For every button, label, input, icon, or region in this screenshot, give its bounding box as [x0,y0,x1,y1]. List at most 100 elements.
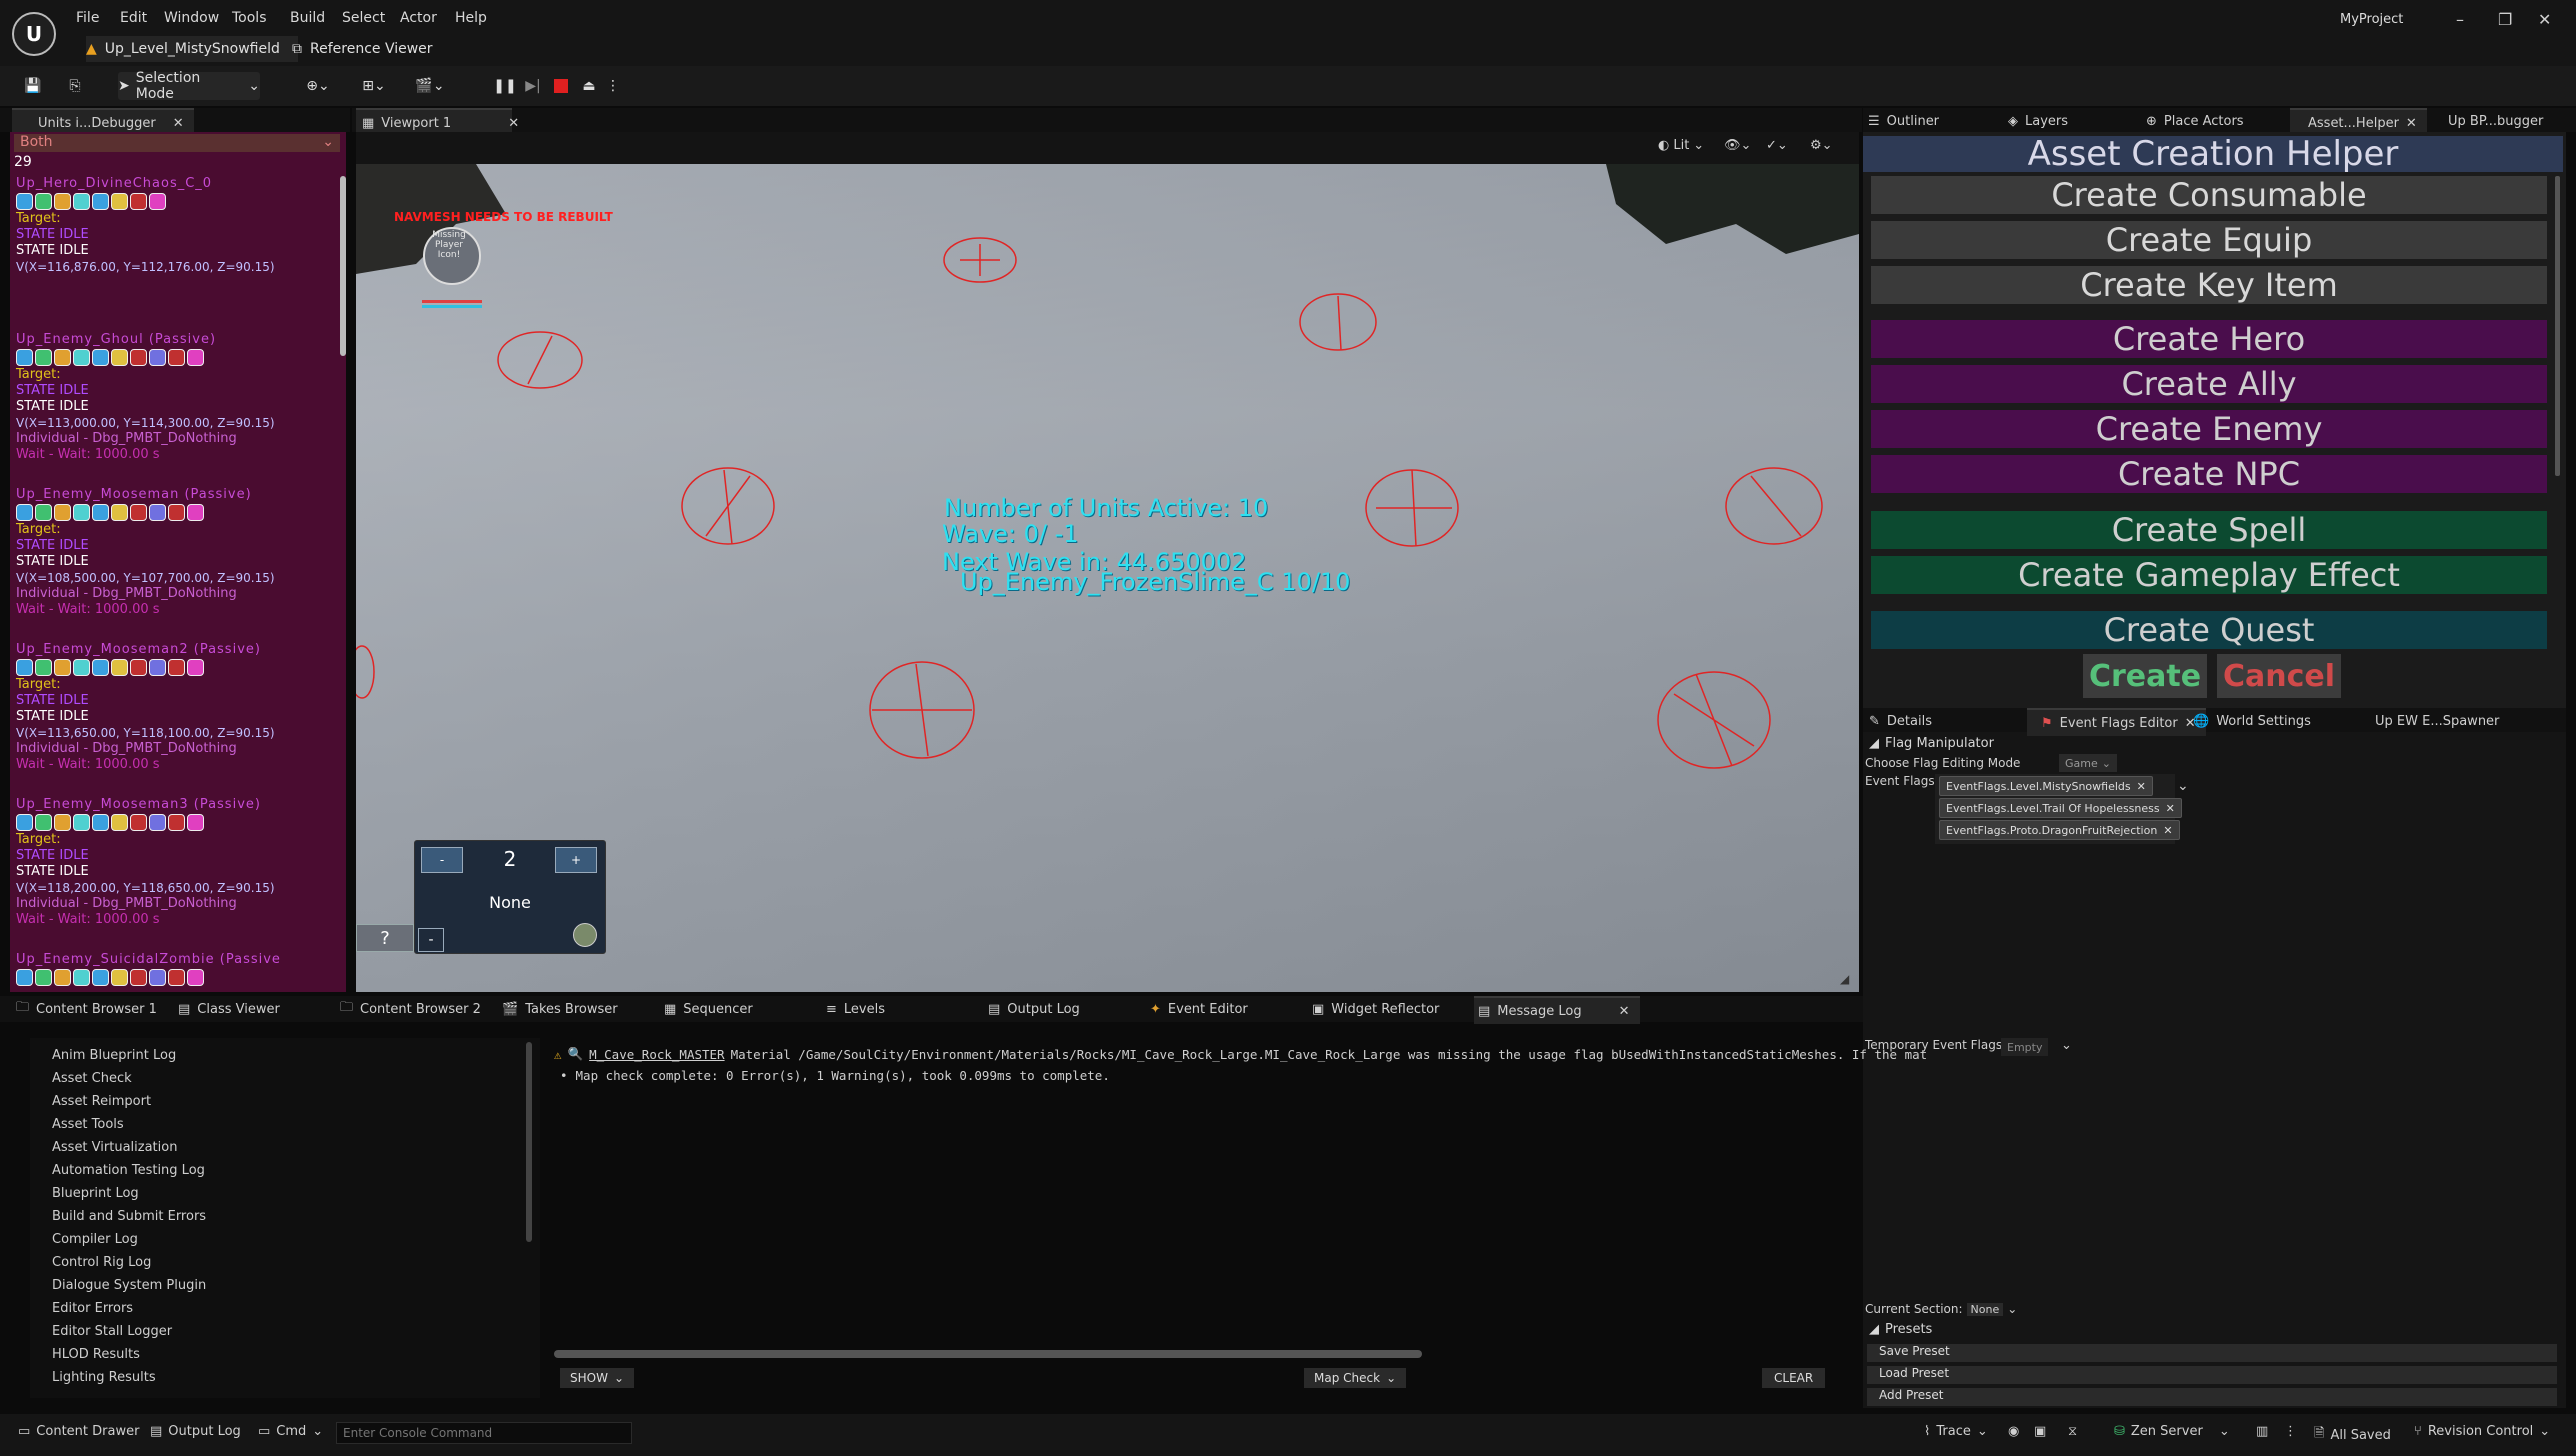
unit-entry[interactable]: Up_Enemy_Ghoul (Passive) Target: STATE I… [16,332,275,463]
menu-select[interactable]: Select [342,10,385,26]
level-viewport[interactable]: NAVMESH NEEDS TO BE REBUILT Missing Play… [356,164,1859,992]
menu-window[interactable]: Window [164,10,219,26]
create-key-item-button[interactable]: Create Key Item [1871,266,2547,304]
pause-icon[interactable]: ❚❚ [493,72,516,100]
spawner-tab[interactable]: Up EW E...Spawner [2375,708,2499,734]
more-icon[interactable]: ⋮ [606,72,620,100]
menu-tools[interactable]: Tools [232,10,267,26]
presets-header[interactable]: ◢ Presets [1869,1322,1932,1337]
sequencer-tab[interactable]: ▦ Sequencer [664,996,753,1022]
create-spell-button[interactable]: Create Spell [1871,511,2547,549]
browse-icon[interactable]: ⎘ [62,72,88,100]
menu-help[interactable]: Help [455,10,487,26]
output-log-button[interactable]: ▤ Output Log [150,1424,241,1439]
remove-icon[interactable]: ✕ [2163,824,2172,837]
unreal-logo-icon[interactable]: U [12,12,56,56]
flag-mode-dropdown[interactable]: Game ⌄ [2059,754,2117,772]
close-icon[interactable]: ✕ [2538,10,2551,29]
close-tab-icon[interactable]: ✕ [2406,116,2417,131]
create-enemy-button[interactable]: Create Enemy [1871,410,2547,448]
unit-entry[interactable]: Up_Enemy_SuicidalZombie (Passive [16,952,281,987]
widget-avatar-icon[interactable] [573,923,597,947]
reference-viewer-tab[interactable]: ⧉ Reference Viewer [292,36,433,62]
cmd-dropdown[interactable]: ▭ Cmd ⌄ [258,1424,323,1439]
collapse-button[interactable]: - [418,928,444,952]
log-category-item[interactable]: Dialogue System Plugin [52,1278,206,1293]
content-browser-2-tab[interactable]: 🗀 Content Browser 2 [340,996,481,1022]
layers-tab[interactable]: ◈ Layers [2008,108,2068,134]
add-actor-icon[interactable]: ⊕⌄ [298,72,338,100]
category-scrollbar[interactable] [526,1042,532,1242]
place-actors-tab[interactable]: ⊕ Place Actors [2146,108,2244,134]
message-log-tab[interactable]: ▤ Message Log ✕ [1474,996,1640,1024]
remove-icon[interactable]: ✕ [2137,780,2146,793]
chevron-down-icon[interactable]: ⌄ [2007,1302,2017,1316]
menu-build[interactable]: Build [290,10,325,26]
log-category-item[interactable]: Compiler Log [52,1232,138,1247]
trace-dropdown[interactable]: ⌇ Trace ⌄ [1924,1424,1988,1439]
close-tab-icon[interactable]: ✕ [508,116,519,131]
create-npc-button[interactable]: Create NPC [1871,455,2547,493]
widget-reflector-tab[interactable]: ▣ Widget Reflector [1312,996,1439,1022]
show-dropdown[interactable]: SHOW ⌄ [560,1368,635,1388]
takes-browser-tab[interactable]: 🎬 Takes Browser [502,996,618,1022]
log-category-item[interactable]: Asset Tools [52,1117,124,1132]
log-horizontal-scrollbar[interactable] [554,1350,1422,1358]
content-browser-1-tab[interactable]: 🗀 Content Browser 1 [16,996,157,1022]
unit-entry[interactable]: Up_Hero_DivineChaos_C_0 Target: STATE ID… [16,176,275,275]
save-preset-button[interactable]: Save Preset [1867,1344,2557,1362]
clear-button[interactable]: CLEAR [1762,1368,1826,1388]
log-category-item[interactable]: Editor Stall Logger [52,1324,172,1339]
resize-corner-icon[interactable]: ◢ [1840,972,1854,986]
filter-dropdown[interactable]: Both ⌄ [14,134,340,152]
unit-entry[interactable]: Up_Enemy_Mooseman3 (Passive) Target: STA… [16,797,275,928]
temp-flags-dropdown[interactable]: Empty [2001,1038,2049,1056]
level-tab[interactable]: ▲ Up_Level_MistySnowfield [86,36,298,62]
event-flag-chip[interactable]: EventFlags.Proto.DragonFruitRejection ✕ [1939,820,2180,840]
create-consumable-button[interactable]: Create Consumable [1871,176,2547,214]
output-log-tab[interactable]: ▤ Output Log [988,996,1080,1022]
log-category-item[interactable]: Anim Blueprint Log [52,1048,176,1063]
increment-button[interactable]: + [555,847,597,873]
unit-entry[interactable]: Up_Enemy_Mooseman2 (Passive) Target: STA… [16,642,275,773]
flag-manipulator-header[interactable]: ◢ Flag Manipulator [1869,736,1994,751]
cancel-button[interactable]: Cancel [2217,654,2341,698]
console-command-input[interactable] [336,1422,632,1444]
snap-icon[interactable]: ✓⌄ [1766,138,1788,153]
stats-icon[interactable]: ▥ [2256,1424,2268,1439]
log-category-item[interactable]: Lighting Results [52,1370,156,1385]
remove-icon[interactable]: ✕ [2166,802,2175,815]
log-category-item[interactable]: Asset Virtualization [52,1140,177,1155]
eject-icon[interactable]: ⏏ [578,72,600,100]
menu-file[interactable]: File [76,10,99,26]
minimize-icon[interactable]: – [2456,10,2464,29]
close-tab-icon[interactable]: ✕ [173,116,184,131]
levels-tab[interactable]: ≡ Levels [826,996,885,1022]
chevron-down-icon[interactable]: ⌄ [2177,778,2189,794]
event-flag-chip[interactable]: EventFlags.Level.MistySnowfields ✕ [1939,776,2153,796]
log-category-item[interactable]: Asset Check [52,1071,132,1086]
stop-icon[interactable] [551,72,571,100]
decrement-button[interactable]: - [421,847,463,873]
menu-actor[interactable]: Actor [400,10,437,26]
step-icon[interactable]: ▶| [522,72,544,100]
current-section-dropdown[interactable]: None [1966,1302,2004,1316]
asset-helper-scrollbar[interactable] [2555,176,2560,476]
unit-entry[interactable]: Up_Enemy_Mooseman (Passive) Target: STAT… [16,487,275,618]
log-category-item[interactable]: Automation Testing Log [52,1163,205,1178]
log-category-item[interactable]: Blueprint Log [52,1186,139,1201]
create-quest-button[interactable]: Create Quest [1871,611,2547,649]
more-icon[interactable]: ⋮ [2284,1424,2297,1439]
save-icon[interactable]: 💾 [20,72,46,100]
menu-edit[interactable]: Edit [120,10,147,26]
log-warning-line[interactable]: ⚠ 🔍 M_Cave_Rock_MASTER Material /Game/So… [554,1046,1927,1062]
create-hero-button[interactable]: Create Hero [1871,320,2547,358]
log-category-item[interactable]: Control Rig Log [52,1255,151,1270]
close-tab-icon[interactable]: ✕ [1619,1004,1630,1019]
event-flags-editor-tab[interactable]: ⚑ Event Flags Editor ✕ [2027,708,2206,736]
screenshot-icon[interactable]: ▣ [2034,1424,2046,1439]
bp-debugger-tab[interactable]: Up BP...bugger [2448,108,2543,134]
details-tab[interactable]: ✎ Details [1869,708,1932,734]
add-preset-button[interactable]: Add Preset [1867,1388,2557,1406]
help-button[interactable]: ? [356,924,414,952]
